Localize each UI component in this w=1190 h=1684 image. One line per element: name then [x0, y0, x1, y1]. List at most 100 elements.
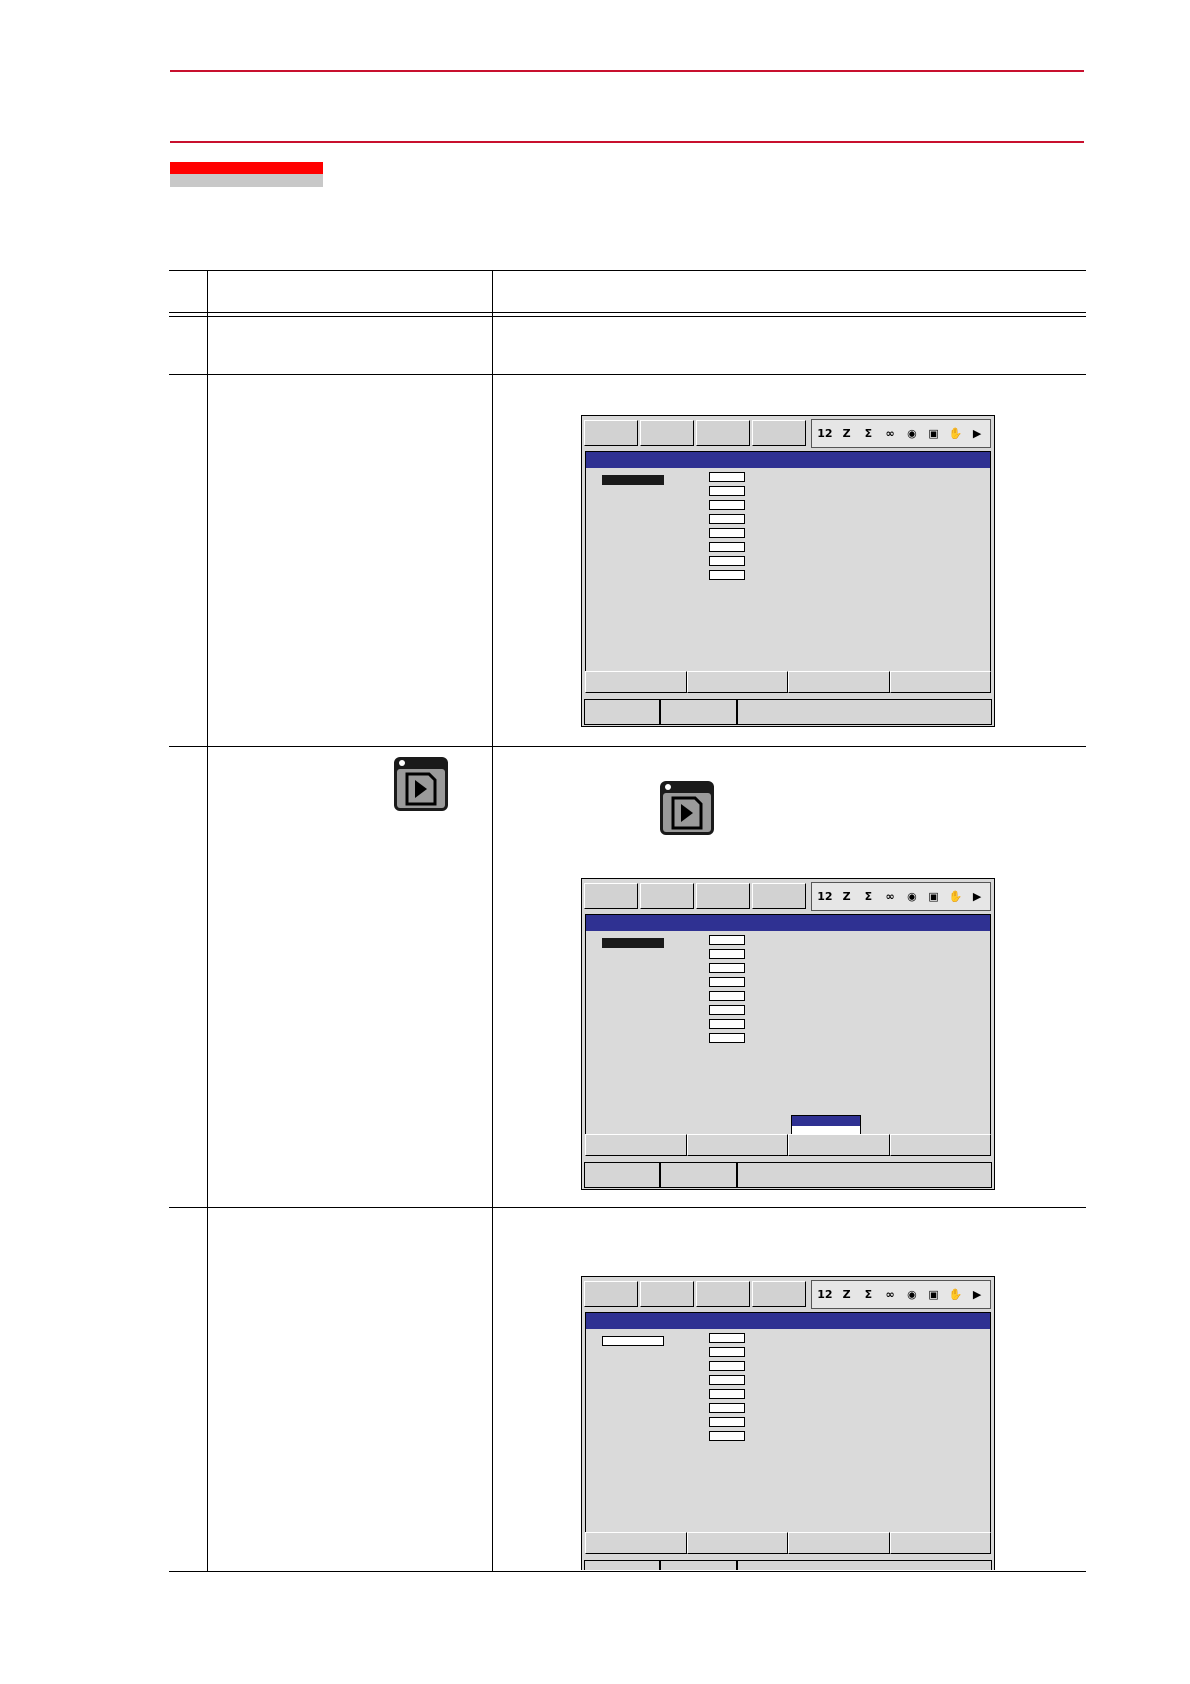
function-key[interactable]: [686, 671, 788, 693]
value-field[interactable]: [709, 1403, 745, 1413]
menu-tab[interactable]: [696, 883, 750, 909]
status-icon: Z: [842, 1288, 851, 1301]
value-field[interactable]: [709, 1033, 745, 1043]
status-icon: 12: [817, 890, 833, 903]
main-panel: [585, 451, 991, 689]
status-icon: ✋: [948, 890, 963, 903]
menu-tab[interactable]: [752, 883, 806, 909]
message-area: [737, 1560, 992, 1570]
function-key[interactable]: [889, 1532, 991, 1554]
panel-title-bar: [586, 452, 990, 468]
value-field[interactable]: [709, 935, 745, 945]
table-bottom-border: [169, 1571, 1086, 1572]
function-keys: [585, 1134, 991, 1156]
function-key[interactable]: [788, 671, 890, 693]
value-field[interactable]: [709, 500, 745, 510]
function-key[interactable]: [788, 1134, 890, 1156]
status-icon: Z: [842, 427, 851, 440]
status-bar: 12 Z Σ ∞ ◉ ▣ ✋ ▶: [811, 419, 991, 448]
table-top-border: [169, 270, 1086, 271]
menu-tab[interactable]: [640, 1281, 694, 1307]
value-field[interactable]: [709, 949, 745, 959]
status-icon: ◉: [907, 1288, 917, 1301]
status-icon: 12: [817, 427, 833, 440]
bottom-button[interactable]: [660, 699, 737, 725]
status-icon: ∞: [885, 890, 895, 903]
value-field[interactable]: [709, 1389, 745, 1399]
section-tag-red: [170, 162, 323, 174]
value-field[interactable]: [709, 472, 745, 482]
value-field[interactable]: [709, 1333, 745, 1343]
status-icon: ✋: [948, 427, 963, 440]
value-field[interactable]: [709, 528, 745, 538]
section-tag-gray: [170, 174, 323, 187]
row-divider-2: [169, 746, 1086, 747]
value-field[interactable]: [709, 977, 745, 987]
status-icon: Σ: [864, 427, 873, 440]
value-field[interactable]: [709, 1005, 745, 1015]
menu-tab[interactable]: [696, 1281, 750, 1307]
function-key[interactable]: [889, 1134, 991, 1156]
value-field[interactable]: [709, 542, 745, 552]
value-field[interactable]: [709, 486, 745, 496]
menu-tab[interactable]: [584, 883, 638, 909]
value-field[interactable]: [709, 556, 745, 566]
area-key-icon: [394, 757, 448, 811]
bottom-button[interactable]: [584, 1162, 660, 1188]
menu-tab[interactable]: [584, 1281, 638, 1307]
menu-tab[interactable]: [640, 883, 694, 909]
value-field[interactable]: [709, 1417, 745, 1427]
function-key[interactable]: [585, 1134, 687, 1156]
status-bar: 12 Z Σ ∞ ◉ ▣ ✋ ▶: [811, 882, 991, 911]
panel-title-bar: [586, 1313, 990, 1329]
value-field[interactable]: [709, 514, 745, 524]
function-key[interactable]: [686, 1532, 788, 1554]
value-field[interactable]: [709, 1431, 745, 1441]
value-field[interactable]: [709, 963, 745, 973]
column-divider-2: [492, 270, 493, 1572]
function-key[interactable]: [686, 1134, 788, 1156]
menu-tab[interactable]: [584, 420, 638, 446]
header-top-rule: [170, 70, 1084, 72]
selected-item[interactable]: [602, 475, 664, 485]
function-keys: [585, 1532, 991, 1554]
pendant-screen: 12 Z Σ ∞ ◉ ▣ ✋ ▶: [581, 878, 995, 1190]
menu-tab[interactable]: [752, 420, 806, 446]
pendant-screen: 12 Z Σ ∞ ◉ ▣ ✋ ▶: [581, 415, 995, 727]
header-rule-1: [169, 312, 1086, 313]
menu-tab[interactable]: [640, 420, 694, 446]
selected-item[interactable]: [602, 938, 664, 948]
value-field[interactable]: [709, 1361, 745, 1371]
function-key[interactable]: [788, 1532, 890, 1554]
selected-item[interactable]: [602, 1336, 664, 1346]
bottom-button[interactable]: [660, 1560, 737, 1570]
status-bar: 12 Z Σ ∞ ◉ ▣ ✋ ▶: [811, 1280, 991, 1309]
bottom-button[interactable]: [660, 1162, 737, 1188]
status-icon: Z: [842, 890, 851, 903]
panel-title-bar: [586, 915, 990, 931]
header-text: [170, 95, 1084, 119]
row-divider-1: [169, 374, 1086, 375]
header-bottom-rule: [170, 141, 1084, 143]
bottom-button[interactable]: [584, 1560, 660, 1570]
menu-tab[interactable]: [752, 1281, 806, 1307]
value-field[interactable]: [709, 1347, 745, 1357]
function-keys: [585, 671, 991, 693]
function-key[interactable]: [889, 671, 991, 693]
area-key-icon: [660, 781, 714, 835]
value-field[interactable]: [709, 1375, 745, 1385]
column-divider-1: [207, 270, 208, 1572]
pulldown-selected-item[interactable]: [792, 1116, 860, 1126]
value-field[interactable]: [709, 1019, 745, 1029]
status-icon: 12: [817, 1288, 833, 1301]
status-icon: ∞: [885, 427, 895, 440]
value-field[interactable]: [709, 570, 745, 580]
menu-tab[interactable]: [696, 420, 750, 446]
value-field[interactable]: [709, 991, 745, 1001]
status-icon: ∞: [885, 1288, 895, 1301]
function-key[interactable]: [585, 671, 687, 693]
bottom-button[interactable]: [584, 699, 660, 725]
message-area: [737, 1162, 992, 1188]
header-rule-2: [169, 316, 1086, 317]
function-key[interactable]: [585, 1532, 687, 1554]
